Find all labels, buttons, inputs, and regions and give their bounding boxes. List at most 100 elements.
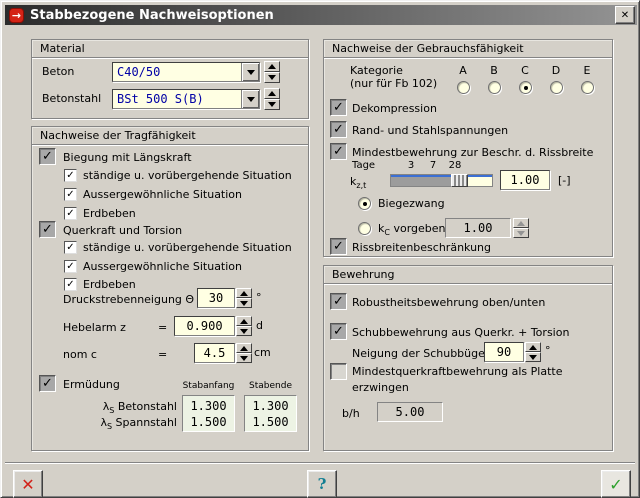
ok-check-icon: ✓ bbox=[609, 475, 622, 494]
radio-kc-vorgeben[interactable] bbox=[358, 222, 371, 235]
spin-down-button[interactable] bbox=[236, 298, 252, 308]
spin-down-button bbox=[513, 228, 529, 238]
hebelarm-unit: d bbox=[256, 319, 263, 332]
betonstahl-combobox[interactable]: BSt 500 S(B) bbox=[112, 89, 260, 109]
hebelarm-spinner[interactable] bbox=[236, 316, 252, 336]
spannstahl-end-value[interactable]: 1.500 bbox=[245, 414, 296, 430]
check-icon: ✓ bbox=[333, 239, 344, 254]
check-icon: ✓ bbox=[66, 242, 74, 253]
ermuedung-stabanfang-cells[interactable]: 1.300 1.500 bbox=[182, 395, 235, 432]
tick-3: 3 bbox=[404, 160, 418, 171]
material-group: Material Beton C40/50 Betonstahl BSt 500… bbox=[31, 39, 309, 119]
check-icon: ✓ bbox=[333, 100, 344, 115]
mindestbewehrung-label: Mindestbewehrung zur Beschr. d. Rissbrei… bbox=[352, 146, 593, 159]
mindestquerkraft-label-line2: erzwingen bbox=[352, 381, 409, 394]
druckstrebe-label: Druckstrebenneigung Θ bbox=[63, 293, 194, 306]
footer-divider bbox=[5, 462, 635, 464]
slider-thumb[interactable] bbox=[451, 174, 468, 187]
checkbox-querkraft-aussergewoehnlich[interactable]: ✓ bbox=[64, 260, 77, 273]
spannstahl-start-value[interactable]: 1.500 bbox=[183, 414, 234, 430]
checkbox-querkraft[interactable]: ✓ bbox=[39, 221, 56, 238]
bewehrung-group-title: Bewehrung bbox=[324, 266, 612, 284]
nomc-spinner[interactable] bbox=[236, 343, 252, 363]
checkbox-biegung-aussergewoehnlich[interactable]: ✓ bbox=[64, 188, 77, 201]
radio-kategorie-b[interactable] bbox=[488, 81, 501, 94]
spin-down-button[interactable] bbox=[236, 353, 252, 363]
check-icon: ✓ bbox=[66, 208, 74, 219]
spin-up-button[interactable] bbox=[264, 88, 280, 99]
checkbox-rissbreite[interactable]: ✓ bbox=[330, 238, 347, 255]
robustheit-label: Robustheitsbewehrung oben/unten bbox=[352, 296, 545, 309]
ok-button[interactable]: ✓ bbox=[601, 470, 631, 498]
checkbox-querkraft-erdbeben[interactable]: ✓ bbox=[64, 278, 77, 291]
gebrauchsfaehigkeit-group-title: Nachweise der Gebrauchsfähigkeit bbox=[324, 40, 612, 58]
checkbox-schubbewehrung[interactable]: ✓ bbox=[330, 323, 347, 340]
help-button[interactable]: ? bbox=[307, 470, 337, 498]
tick-7: 7 bbox=[426, 160, 440, 171]
radio-biegezwang[interactable] bbox=[358, 197, 371, 210]
close-button[interactable]: ✕ bbox=[615, 6, 635, 24]
beton-dropdown-button[interactable] bbox=[241, 63, 259, 81]
neigung-spinner[interactable] bbox=[525, 342, 541, 362]
kategorie-note: (nur für Fb 102) bbox=[350, 77, 437, 90]
col-stabanfang: Stabanfang bbox=[182, 381, 235, 391]
querkraft-label: Querkraft und Torsion bbox=[63, 224, 182, 237]
kc-spinner bbox=[513, 218, 529, 238]
lambda-betonstahl-label: λS Betonstahl bbox=[32, 400, 177, 415]
querkraft-erdbeben-label: Erdbeben bbox=[83, 278, 136, 291]
betonstahl-spinner[interactable] bbox=[264, 88, 280, 110]
spin-down-button[interactable] bbox=[264, 99, 280, 110]
slider-fill bbox=[391, 177, 453, 186]
checkbox-robustheit[interactable]: ✓ bbox=[330, 293, 347, 310]
beton-spinner[interactable] bbox=[264, 61, 280, 83]
spin-down-button[interactable] bbox=[236, 326, 252, 336]
triangle-up-icon bbox=[240, 319, 248, 324]
spin-up-button[interactable] bbox=[236, 316, 252, 326]
triangle-up-icon bbox=[517, 221, 525, 226]
dialog-window: → Stabbezogene Nachweisoptionen ✕ Materi… bbox=[0, 0, 640, 498]
checkbox-mindestbewehrung[interactable]: ✓ bbox=[330, 143, 347, 160]
neigung-unit: ° bbox=[545, 344, 551, 357]
beton-combobox[interactable]: C40/50 bbox=[112, 62, 260, 82]
radio-kategorie-c[interactable] bbox=[519, 81, 532, 94]
checkbox-biegung[interactable]: ✓ bbox=[39, 148, 56, 165]
radio-kategorie-d[interactable] bbox=[550, 81, 563, 94]
spin-up-button[interactable] bbox=[236, 288, 252, 298]
kzt-unit: [-] bbox=[558, 174, 571, 187]
spin-up-button[interactable] bbox=[236, 343, 252, 353]
ermuedung-stabende-cells[interactable]: 1.300 1.500 bbox=[244, 395, 297, 432]
spin-up-button[interactable] bbox=[525, 342, 541, 352]
radio-kategorie-e[interactable] bbox=[581, 81, 594, 94]
spin-up-button[interactable] bbox=[264, 61, 280, 72]
cancel-button[interactable]: ✕ bbox=[13, 470, 43, 498]
biegung-aussergewoehnlich-label: Aussergewöhnliche Situation bbox=[83, 188, 242, 201]
checkbox-ermuedung[interactable]: ✓ bbox=[39, 375, 56, 392]
chevron-down-icon bbox=[247, 97, 255, 102]
checkbox-biegung-staendig[interactable]: ✓ bbox=[64, 169, 77, 182]
betonstahl-end-value[interactable]: 1.300 bbox=[245, 398, 296, 414]
kzt-field[interactable]: 1.00 bbox=[500, 170, 550, 190]
checkbox-dekompression[interactable]: ✓ bbox=[330, 99, 347, 116]
betonstahl-dropdown-button[interactable] bbox=[241, 90, 259, 108]
hebelarm-field[interactable]: 0.900 bbox=[174, 316, 235, 336]
druckstrebe-field[interactable]: 30 bbox=[197, 288, 235, 308]
app-icon: → bbox=[9, 8, 24, 23]
betonstahl-start-value[interactable]: 1.300 bbox=[183, 398, 234, 414]
checkbox-mindestquerkraft[interactable] bbox=[330, 363, 347, 380]
neigung-field[interactable]: 90 bbox=[484, 342, 524, 362]
checkbox-randspannungen[interactable]: ✓ bbox=[330, 121, 347, 138]
title-bar[interactable]: → Stabbezogene Nachweisoptionen ✕ bbox=[5, 5, 637, 25]
checkbox-querkraft-staendig[interactable]: ✓ bbox=[64, 241, 77, 254]
spin-down-button[interactable] bbox=[264, 72, 280, 83]
radio-kategorie-a[interactable] bbox=[457, 81, 470, 94]
nomc-equals: = bbox=[158, 348, 167, 361]
triangle-down-icon bbox=[268, 102, 276, 107]
check-icon: ✓ bbox=[42, 222, 53, 237]
druckstrebe-spinner[interactable] bbox=[236, 288, 252, 308]
gebrauchsfaehigkeit-group: Nachweise der Gebrauchsfähigkeit Kategor… bbox=[323, 39, 613, 257]
nomc-field[interactable]: 4.5 bbox=[194, 343, 235, 363]
checkbox-biegung-erdbeben[interactable]: ✓ bbox=[64, 207, 77, 220]
kzt-slider[interactable] bbox=[390, 174, 493, 187]
spin-down-button[interactable] bbox=[525, 352, 541, 362]
kc-vorgeben-label: kC vorgeben bbox=[378, 222, 446, 237]
